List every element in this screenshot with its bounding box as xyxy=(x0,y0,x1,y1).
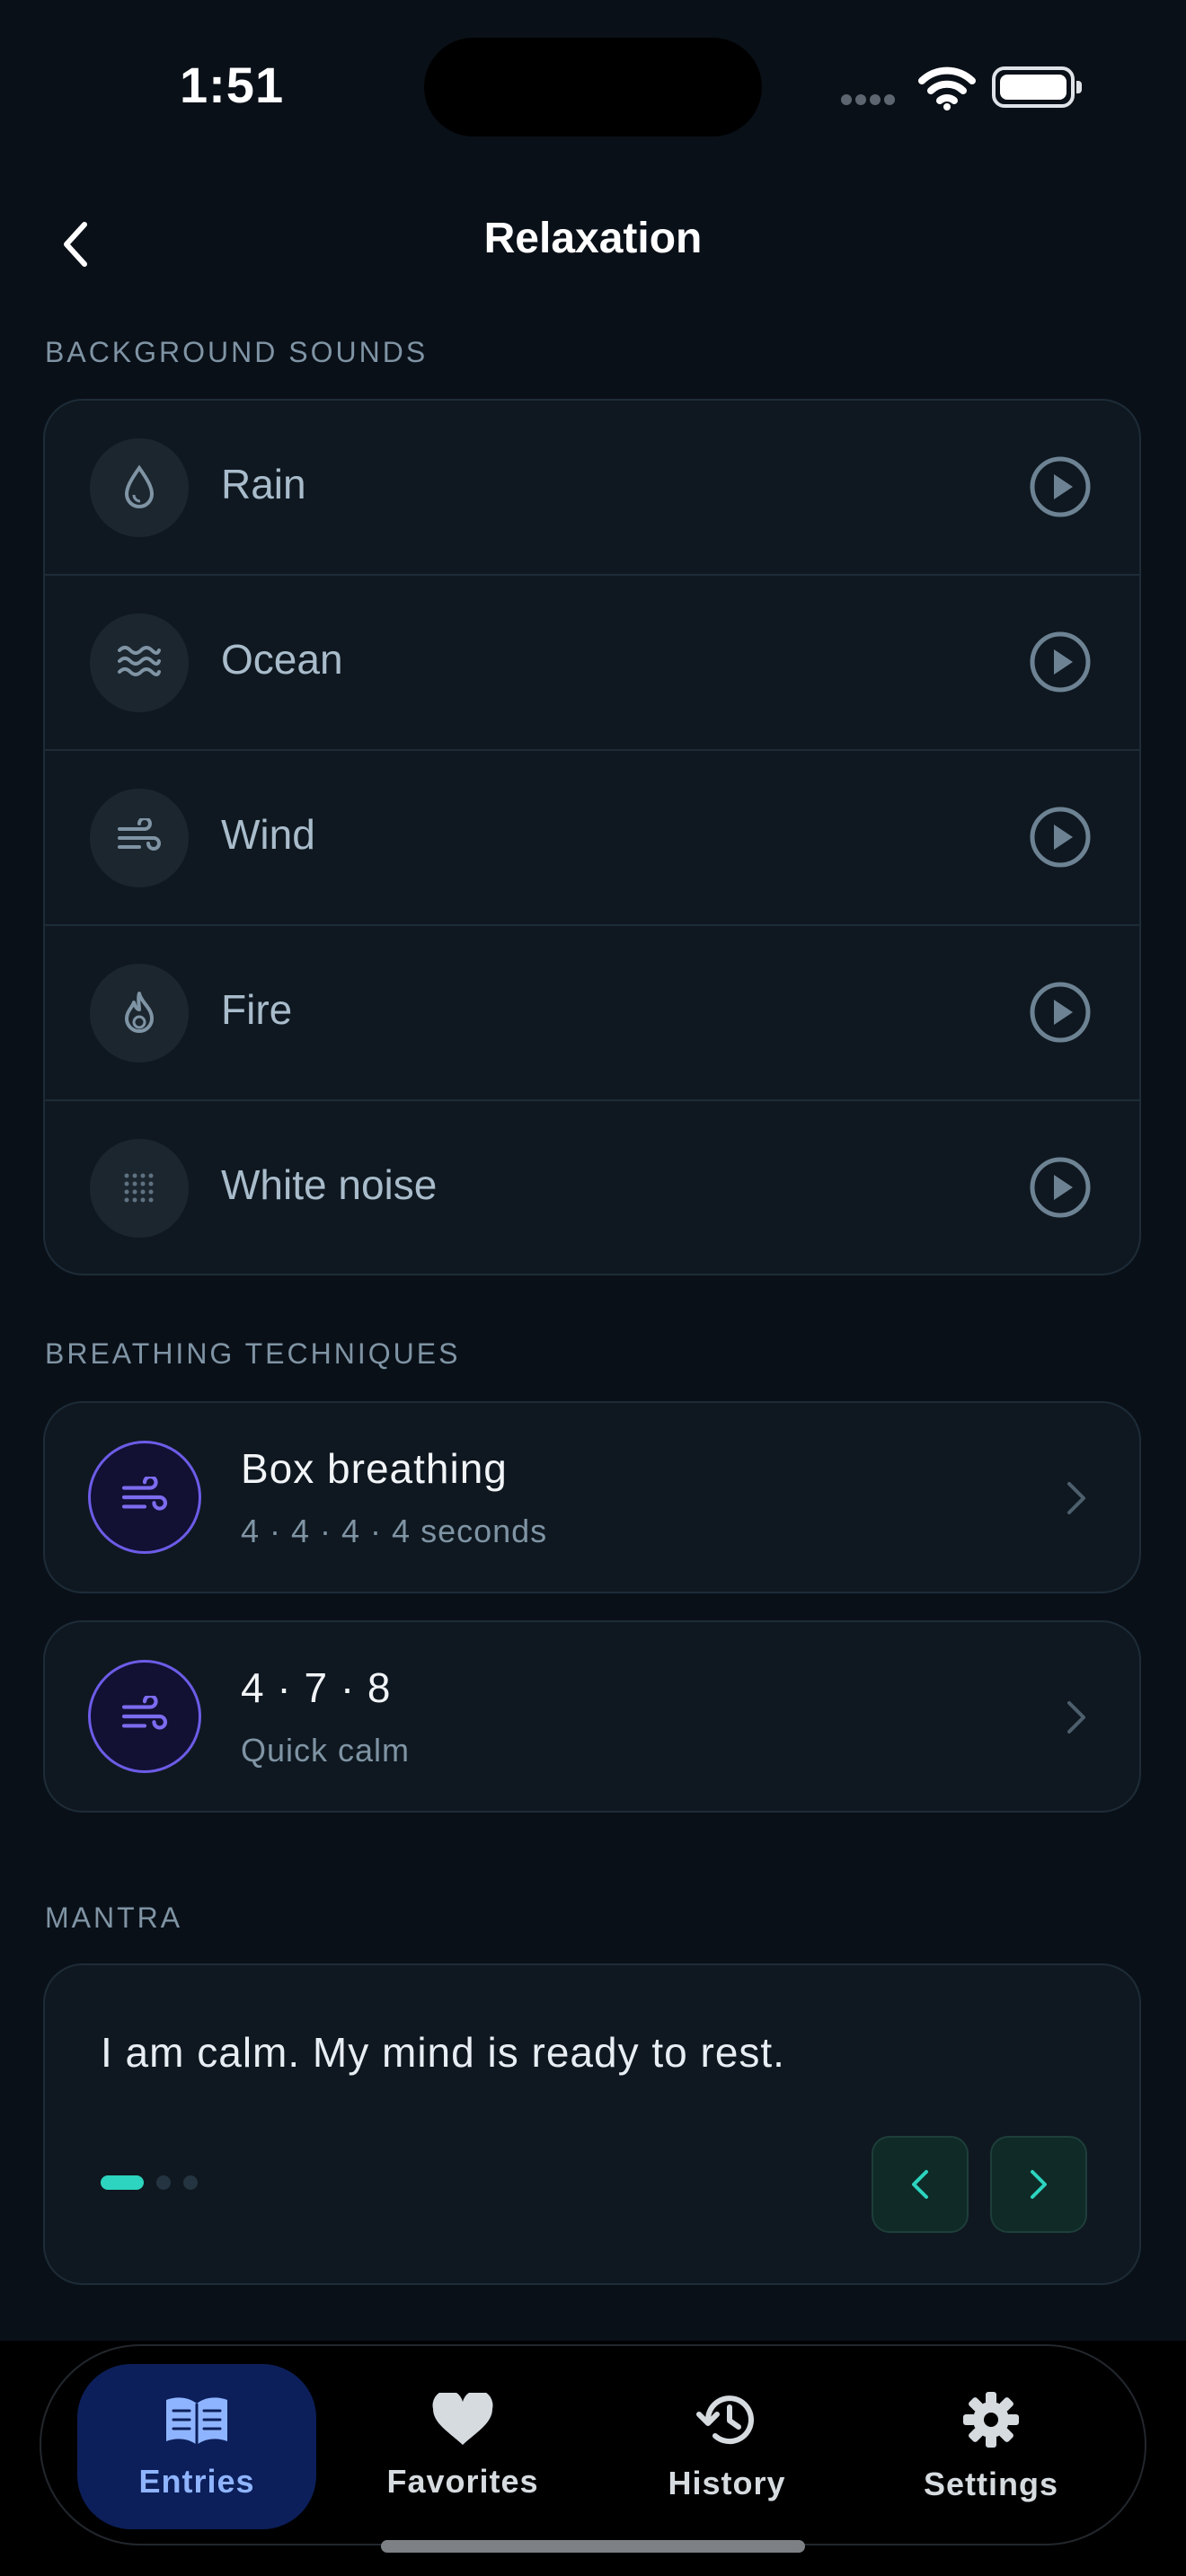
play-icon[interactable] xyxy=(1028,980,1093,1045)
technique-subtitle: 4 · 4 · 4 · 4 seconds xyxy=(241,1513,548,1549)
tab-history[interactable]: History xyxy=(607,2364,846,2529)
heart-icon xyxy=(432,2393,493,2445)
home-indicator xyxy=(381,2540,805,2553)
battery-icon xyxy=(992,66,1082,108)
technique-title: 4 · 7 · 8 xyxy=(241,1664,392,1711)
chevron-right-icon xyxy=(1031,2170,1047,2199)
page-dot xyxy=(183,2175,198,2190)
chevron-right-icon xyxy=(1067,1482,1085,1514)
technique-card-4-7-8[interactable]: 4 · 7 · 8 Quick calm xyxy=(43,1620,1141,1813)
sound-label: White noise xyxy=(221,1161,438,1208)
book-icon xyxy=(166,2397,227,2445)
tab-favorites[interactable]: Favorites xyxy=(343,2364,582,2529)
previous-mantra-button[interactable] xyxy=(872,2136,969,2233)
status-time: 1:51 xyxy=(180,57,285,113)
flame-icon xyxy=(90,964,189,1063)
section-label-breathing-techniques: BREATHING TECHNIQUES xyxy=(45,1337,461,1370)
sound-label: Wind xyxy=(221,811,315,858)
chevron-right-icon xyxy=(1067,1701,1085,1734)
section-label-mantra: MANTRA xyxy=(45,1901,183,1934)
tab-settings[interactable]: Settings xyxy=(872,2364,1111,2529)
noise-dots-icon xyxy=(90,1139,189,1238)
play-icon[interactable] xyxy=(1028,805,1093,869)
sound-row-rain[interactable]: Rain xyxy=(45,401,1139,576)
droplet-icon xyxy=(90,438,189,537)
sound-label: Fire xyxy=(221,986,293,1033)
technique-subtitle: Quick calm xyxy=(241,1732,411,1769)
tab-bar: Entries Favorites History Settings xyxy=(40,2344,1146,2545)
wind-icon xyxy=(88,1441,201,1554)
page-title: Relaxation xyxy=(483,215,703,262)
sound-label: Rain xyxy=(221,461,306,507)
play-icon[interactable] xyxy=(1028,630,1093,694)
next-mantra-button[interactable] xyxy=(990,2136,1087,2233)
page-indicator xyxy=(101,2175,210,2190)
tab-entries[interactable]: Entries xyxy=(77,2364,316,2529)
background-sounds-list: Rain Ocean Wind Fire White noise xyxy=(43,399,1141,1275)
technique-title: Box breathing xyxy=(241,1445,508,1492)
mantra-text: I am calm. My mind is ready to rest. xyxy=(101,2029,785,2076)
wifi-icon xyxy=(918,66,976,110)
section-label-background-sounds: BACKGROUND SOUNDS xyxy=(45,336,429,368)
tab-label: Entries xyxy=(138,2463,255,2500)
tab-label: Favorites xyxy=(386,2463,539,2500)
wind-icon xyxy=(88,1660,201,1773)
play-icon[interactable] xyxy=(1028,1155,1093,1220)
dynamic-island xyxy=(424,38,762,137)
chevron-left-icon xyxy=(912,2170,928,2199)
page-dot-active xyxy=(101,2175,144,2190)
mantra-card: I am calm. My mind is ready to rest. xyxy=(43,1963,1141,2285)
gear-icon xyxy=(963,2392,1019,2448)
tab-label: Settings xyxy=(923,2466,1058,2502)
page-dot xyxy=(156,2175,171,2190)
history-icon xyxy=(696,2395,754,2445)
play-icon[interactable] xyxy=(1028,454,1093,519)
technique-card-box-breathing[interactable]: Box breathing 4 · 4 · 4 · 4 seconds xyxy=(43,1401,1141,1593)
sound-row-ocean[interactable]: Ocean xyxy=(45,576,1139,751)
sound-row-fire[interactable]: Fire xyxy=(45,926,1139,1101)
wind-icon xyxy=(90,789,189,887)
sound-row-wind[interactable]: Wind xyxy=(45,751,1139,926)
sound-row-white-noise[interactable]: White noise xyxy=(45,1101,1139,1274)
tab-label: History xyxy=(668,2465,786,2501)
sound-label: Ocean xyxy=(221,636,343,683)
waves-icon xyxy=(90,613,189,712)
cellular-signal-icon xyxy=(841,93,898,110)
